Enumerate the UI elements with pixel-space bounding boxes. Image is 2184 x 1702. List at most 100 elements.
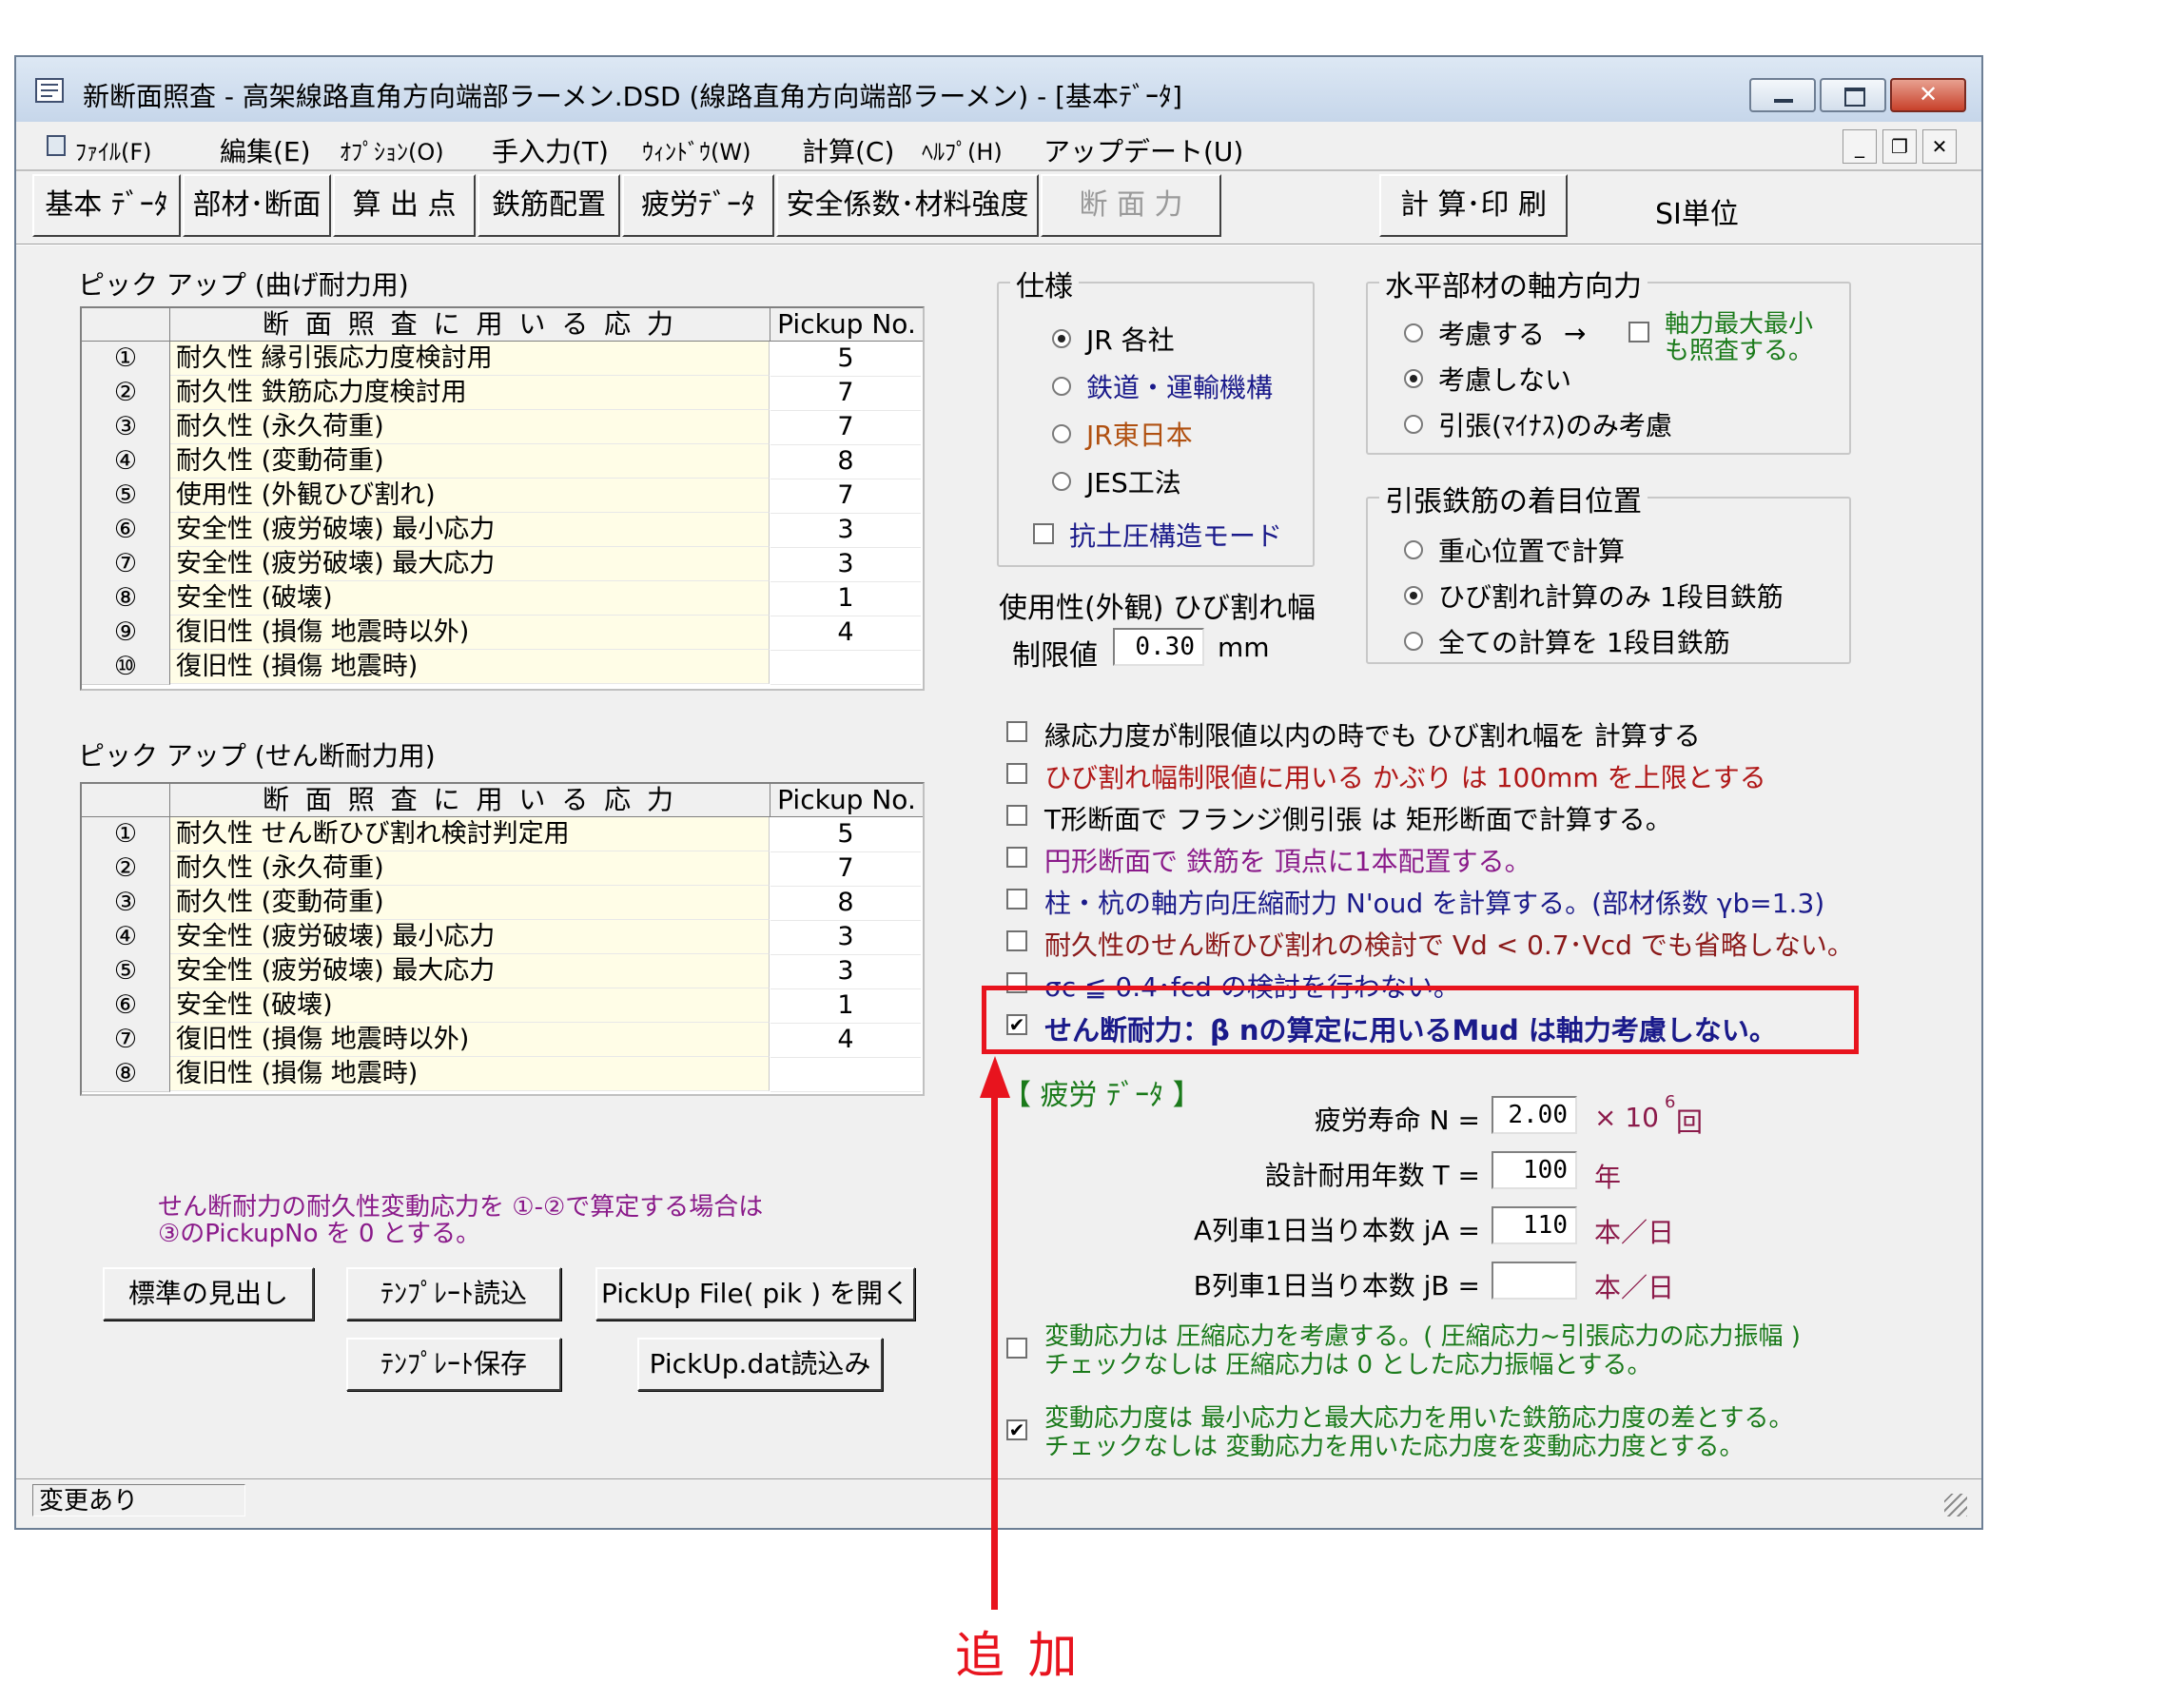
row-stress-label[interactable]: 安全性 (疲労破壊) 最大応力 — [170, 547, 770, 581]
table-row[interactable]: ⑤ 安全性 (疲労破壊) 最大応力 3 — [82, 954, 923, 989]
axial-radio-1[interactable] — [1404, 369, 1423, 388]
table-row[interactable]: ⑨ 復旧性 (損傷 地震時以外) 4 — [82, 616, 923, 651]
table-row[interactable]: ④ 耐久性 (変動荷重) 8 — [82, 444, 923, 479]
row-stress-label[interactable]: 復旧性 (損傷 地震時) — [170, 650, 770, 684]
tab-rebar-layout[interactable]: 鉄筋配置 — [478, 174, 620, 237]
row-stress-label[interactable]: 復旧性 (損傷 地震時以外) — [170, 1023, 770, 1057]
spec-radio-1[interactable] — [1052, 377, 1071, 396]
table-row[interactable]: ⑧ 復旧性 (損傷 地震時) — [82, 1057, 923, 1092]
pickup-no-cell[interactable]: 1 — [770, 581, 921, 616]
resize-grip-icon[interactable] — [1944, 1494, 1967, 1516]
menu-manual-input[interactable]: 手入力(T) — [492, 131, 609, 169]
table-row[interactable]: ⑦ 復旧性 (損傷 地震時以外) 4 — [82, 1023, 923, 1058]
template-load-button[interactable]: ﾃﾝﾌﾟﾚｰﾄ読込 — [346, 1267, 561, 1321]
axial-minmax-checkbox[interactable] — [1628, 322, 1649, 342]
pickup-no-cell[interactable]: 7 — [770, 479, 921, 514]
template-save-button[interactable]: ﾃﾝﾌﾟﾚｰﾄ保存 — [346, 1338, 561, 1391]
option-checkbox-2[interactable] — [1006, 805, 1027, 826]
spec-radio-0[interactable] — [1052, 329, 1071, 348]
pickup-open-button[interactable]: PickUp File( pik ) を開く — [595, 1267, 915, 1321]
row-stress-label[interactable]: 安全性 (疲労破壊) 最小応力 — [170, 513, 770, 547]
table-row[interactable]: ② 耐久性 鉄筋応力度検討用 7 — [82, 376, 923, 411]
pickup-no-cell[interactable]: 3 — [770, 547, 921, 582]
mdi-close-button[interactable]: ✕ — [1922, 129, 1957, 164]
pickup-no-cell[interactable]: 3 — [770, 920, 921, 955]
row-stress-label[interactable]: 耐久性 (永久荷重) — [170, 410, 770, 444]
tab-section-force[interactable]: 断 面 力 — [1041, 174, 1221, 237]
pickup-no-cell[interactable]: 4 — [770, 616, 921, 651]
row-stress-label[interactable]: 耐久性 鉄筋応力度検討用 — [170, 376, 770, 410]
document-icon[interactable] — [47, 135, 66, 156]
row-stress-label[interactable]: 耐久性 (永久荷重) — [170, 851, 770, 886]
pickup-bending-table[interactable]: 断 面 照 査 に 用 い る 応 力 Pickup No. ① 耐久性 縁引張応… — [80, 306, 925, 691]
pickup-no-cell[interactable] — [770, 1057, 921, 1092]
fatigue-field-input[interactable]: 100 — [1492, 1151, 1577, 1189]
row-stress-label[interactable]: 安全性 (疲労破壊) 最小応力 — [170, 920, 770, 954]
fatigue-field-input[interactable] — [1492, 1262, 1577, 1300]
table-row[interactable]: ⑥ 安全性 (破壊) 1 — [82, 988, 923, 1024]
pickup-no-cell[interactable]: 8 — [770, 444, 921, 479]
pickup-no-cell[interactable]: 7 — [770, 851, 921, 887]
table-row[interactable]: ⑧ 安全性 (破壊) 1 — [82, 581, 923, 616]
menu-help[interactable]: ﾍﾙﾌﾟ(H) — [922, 133, 1003, 166]
table-row[interactable]: ③ 耐久性 (変動荷重) 8 — [82, 886, 923, 921]
minimize-button[interactable] — [1749, 78, 1816, 112]
menu-window[interactable]: ｳｨﾝﾄﾞｳ(W) — [642, 133, 751, 166]
menu-calc[interactable]: 計算(C) — [802, 131, 894, 169]
menu-update[interactable]: アップデート(U) — [1043, 131, 1243, 169]
table-row[interactable]: ⑤ 使用性 (外観ひび割れ) 7 — [82, 479, 923, 514]
table-row[interactable]: ⑩ 復旧性 (損傷 地震時) — [82, 650, 923, 685]
mdi-minimize-button[interactable]: _ — [1843, 129, 1877, 164]
table-row[interactable]: ④ 安全性 (疲労破壊) 最小応力 3 — [82, 920, 923, 955]
earth-pressure-checkbox[interactable] — [1033, 523, 1054, 544]
pickup-no-cell[interactable]: 7 — [770, 376, 921, 411]
table-row[interactable]: ① 耐久性 縁引張応力度検討用 5 — [82, 342, 923, 377]
option-checkbox-4[interactable] — [1006, 889, 1027, 910]
maximize-button[interactable] — [1820, 78, 1886, 112]
menu-edit[interactable]: 編集(E) — [220, 131, 311, 169]
variable-stress-checkbox-1[interactable]: ✔ — [1006, 1419, 1027, 1440]
option-checkbox-5[interactable] — [1006, 930, 1027, 951]
rebar-radio-2[interactable] — [1404, 632, 1423, 651]
calc-print-button[interactable]: 計 算･印 刷 — [1379, 174, 1568, 237]
row-stress-label[interactable]: 復旧性 (損傷 地震時以外) — [170, 616, 770, 650]
rebar-radio-0[interactable] — [1404, 540, 1423, 559]
row-stress-label[interactable]: 安全性 (破壊) — [170, 581, 770, 616]
pickup-no-cell[interactable]: 3 — [770, 954, 921, 989]
pickup-no-cell[interactable]: 5 — [770, 342, 921, 377]
option-checkbox-1[interactable] — [1006, 763, 1027, 784]
close-button[interactable]: ✕ — [1890, 78, 1966, 112]
menu-file[interactable]: ﾌｧｲﾙ(F) — [75, 133, 152, 166]
row-stress-label[interactable]: 使用性 (外観ひび割れ) — [170, 479, 770, 513]
rebar-radio-1[interactable] — [1404, 586, 1423, 605]
table-row[interactable]: ② 耐久性 (永久荷重) 7 — [82, 851, 923, 887]
table-row[interactable]: ③ 耐久性 (永久荷重) 7 — [82, 410, 923, 445]
table-row[interactable]: ⑦ 安全性 (疲労破壊) 最大応力 3 — [82, 547, 923, 582]
spec-radio-2[interactable] — [1052, 424, 1071, 443]
option-checkbox-0[interactable] — [1006, 721, 1027, 742]
axial-radio-2[interactable] — [1404, 415, 1423, 434]
axial-radio-0[interactable] — [1404, 323, 1423, 342]
tab-basic-data[interactable]: 基本 ﾃﾞｰﾀ — [32, 174, 181, 237]
pickup-dat-button[interactable]: PickUp.dat読込み — [637, 1338, 883, 1391]
tab-member-section[interactable]: 部材･断面 — [183, 174, 331, 237]
tab-calc-points[interactable]: 算 出 点 — [333, 174, 476, 237]
fatigue-field-input[interactable]: 2.00 — [1492, 1096, 1577, 1134]
menu-options[interactable]: ｵﾌﾟｼｮﾝ(O) — [340, 133, 444, 166]
variable-stress-checkbox-0[interactable] — [1006, 1338, 1027, 1359]
pickup-no-cell[interactable]: 3 — [770, 513, 921, 548]
row-stress-label[interactable]: 復旧性 (損傷 地震時) — [170, 1057, 770, 1091]
pickup-shear-table[interactable]: 断 面 照 査 に 用 い る 応 力 Pickup No. ① 耐久性 せん断ひ… — [80, 782, 925, 1096]
pickup-no-cell[interactable]: 7 — [770, 410, 921, 445]
row-stress-label[interactable]: 耐久性 縁引張応力度検討用 — [170, 342, 770, 376]
row-stress-label[interactable]: 耐久性 せん断ひび割れ検討判定用 — [170, 817, 770, 851]
crack-limit-input[interactable]: 0.30 — [1113, 628, 1204, 666]
spec-radio-3[interactable] — [1052, 472, 1071, 491]
pickup-no-cell[interactable]: 5 — [770, 817, 921, 852]
mdi-restore-button[interactable]: ❐ — [1882, 129, 1917, 164]
tab-safety-factors[interactable]: 安全係数･材料強度 — [776, 174, 1039, 237]
table-row[interactable]: ⑥ 安全性 (疲労破壊) 最小応力 3 — [82, 513, 923, 548]
row-stress-label[interactable]: 耐久性 (変動荷重) — [170, 886, 770, 920]
row-stress-label[interactable]: 安全性 (破壊) — [170, 988, 770, 1023]
row-stress-label[interactable]: 安全性 (疲労破壊) 最大応力 — [170, 954, 770, 988]
